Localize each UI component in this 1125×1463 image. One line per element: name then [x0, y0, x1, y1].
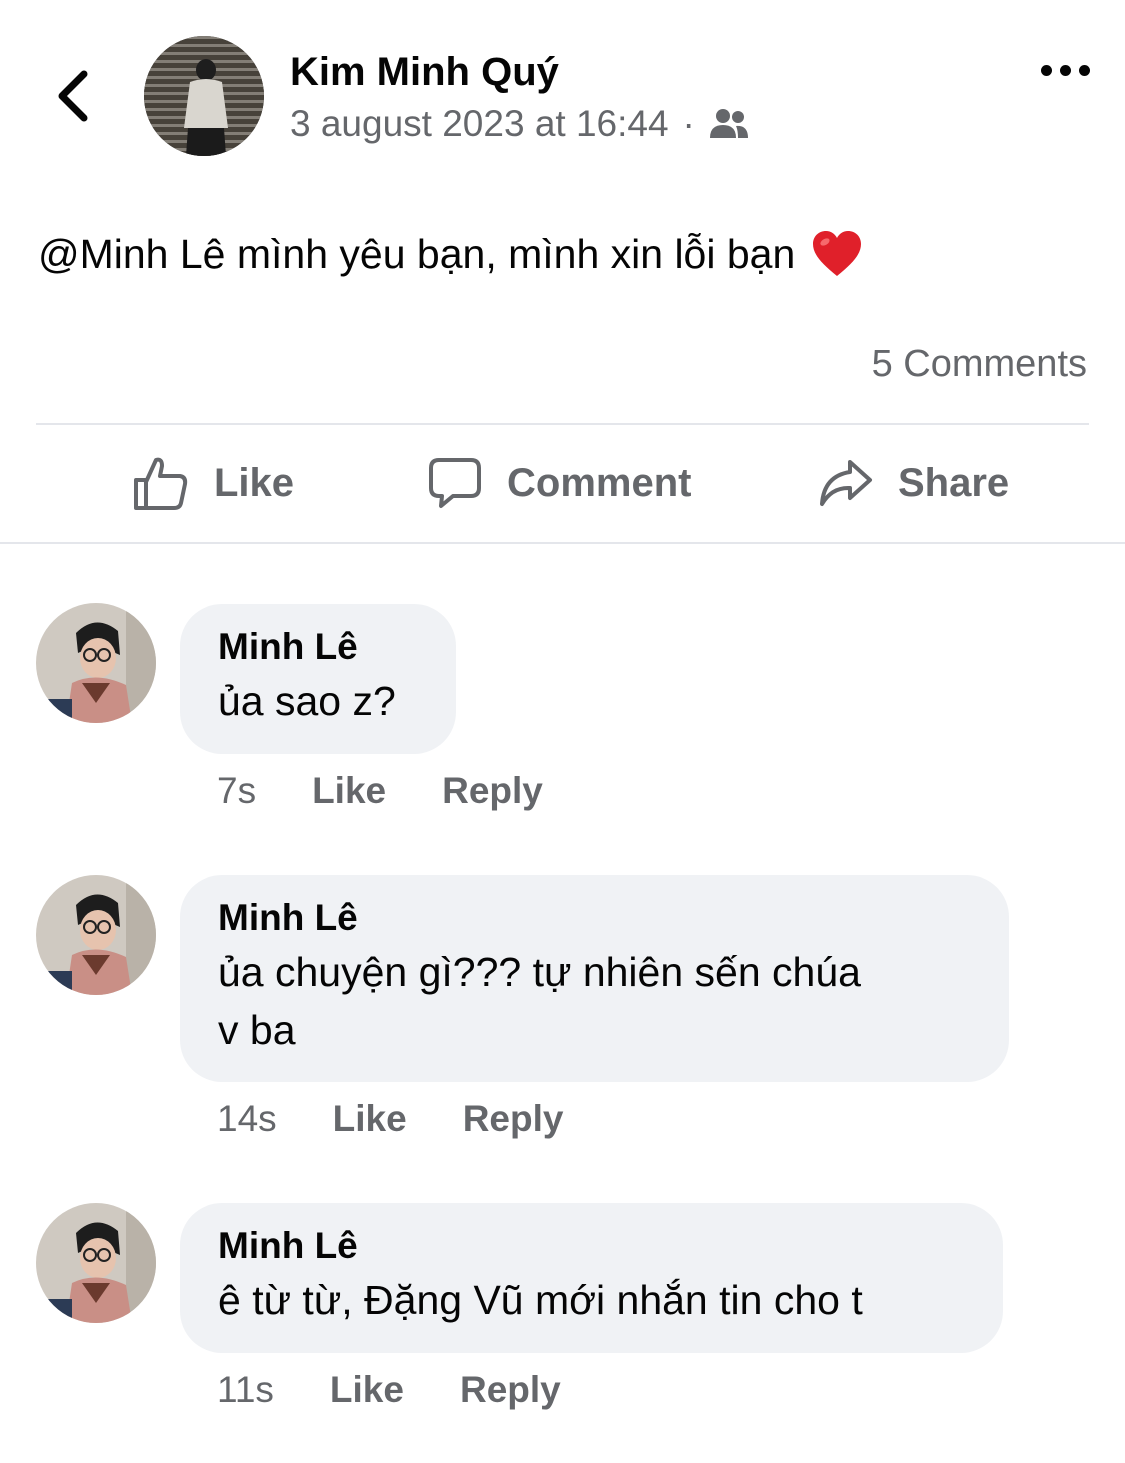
comment-author[interactable]: Minh Lê [218, 622, 418, 672]
red-heart-icon [811, 230, 863, 278]
divider [36, 423, 1089, 425]
comment-text-line: v ba [218, 1007, 296, 1053]
more-dot [1059, 64, 1071, 76]
comment-actions: 7s Like Reply [217, 767, 543, 815]
comments-count[interactable]: 5 Comments [872, 338, 1087, 390]
comment-text: ê từ từ, Đặng Vũ mới nhắn tin cho t [218, 1277, 863, 1323]
like-label: Like [214, 460, 295, 505]
comment-text: ủa sao z? [218, 678, 396, 724]
comment-time: 11s [217, 1369, 274, 1410]
divider [0, 542, 1125, 544]
chevron-left-icon [52, 68, 92, 124]
comment-button[interactable]: Comment [427, 448, 691, 518]
thumbs-up-icon [132, 454, 190, 512]
comment-text-line: ủa chuyện gì??? tự nhiên sến chúa [218, 949, 861, 995]
comment-author[interactable]: Minh Lê [218, 893, 971, 943]
comment-actions: 14s Like Reply [217, 1095, 563, 1143]
like-button[interactable]: Like [132, 448, 294, 518]
comment-actions: 11s Like Reply [217, 1366, 561, 1414]
comment-reply-button[interactable]: Reply [460, 1366, 561, 1414]
share-label: Share [898, 460, 1010, 505]
comment-label: Comment [507, 460, 692, 505]
comment-like-button[interactable]: Like [333, 1095, 407, 1143]
comment-like-button[interactable]: Like [312, 767, 386, 815]
comment-bubble: Minh Lê ủa sao z? [180, 604, 456, 754]
comment-bubble: Minh Lê ê từ từ, Đặng Vũ mới nhắn tin ch… [180, 1203, 1003, 1353]
post-text: @Minh Lê mình yêu bạn, mình xin lỗi bạn [38, 224, 863, 284]
share-arrow-icon [818, 458, 874, 508]
commenter-avatar[interactable] [36, 1203, 156, 1323]
back-button[interactable] [40, 60, 104, 132]
more-dot [1078, 64, 1090, 76]
post-body-text: mình yêu bạn, mình xin lỗi bạn [225, 231, 796, 277]
more-dot [1040, 64, 1052, 76]
comment-like-button[interactable]: Like [330, 1366, 404, 1414]
comment-reply-button[interactable]: Reply [463, 1095, 564, 1143]
post-timestamp[interactable]: 3 august 2023 at 16:44 [290, 100, 669, 148]
post-meta: 3 august 2023 at 16:44 · [290, 100, 749, 148]
share-button[interactable]: Share [818, 448, 1009, 518]
comment-time: 14s [217, 1098, 277, 1139]
speech-bubble-icon [427, 456, 483, 510]
mention-link[interactable]: @Minh Lê [38, 224, 225, 284]
author-name[interactable]: Kim Minh Quý [290, 46, 559, 98]
author-avatar[interactable] [144, 36, 264, 156]
comment-reply-button[interactable]: Reply [442, 767, 543, 815]
more-options-button[interactable] [1030, 52, 1100, 88]
meta-separator: · [682, 103, 695, 144]
commenter-avatar[interactable] [36, 603, 156, 723]
comment-time: 7s [217, 770, 257, 811]
commenter-avatar[interactable] [36, 875, 156, 995]
comment-bubble: Minh Lê ủa chuyện gì??? tự nhiên sến chú… [180, 875, 1009, 1082]
friends-icon[interactable] [709, 108, 749, 140]
comment-author[interactable]: Minh Lê [218, 1221, 965, 1271]
